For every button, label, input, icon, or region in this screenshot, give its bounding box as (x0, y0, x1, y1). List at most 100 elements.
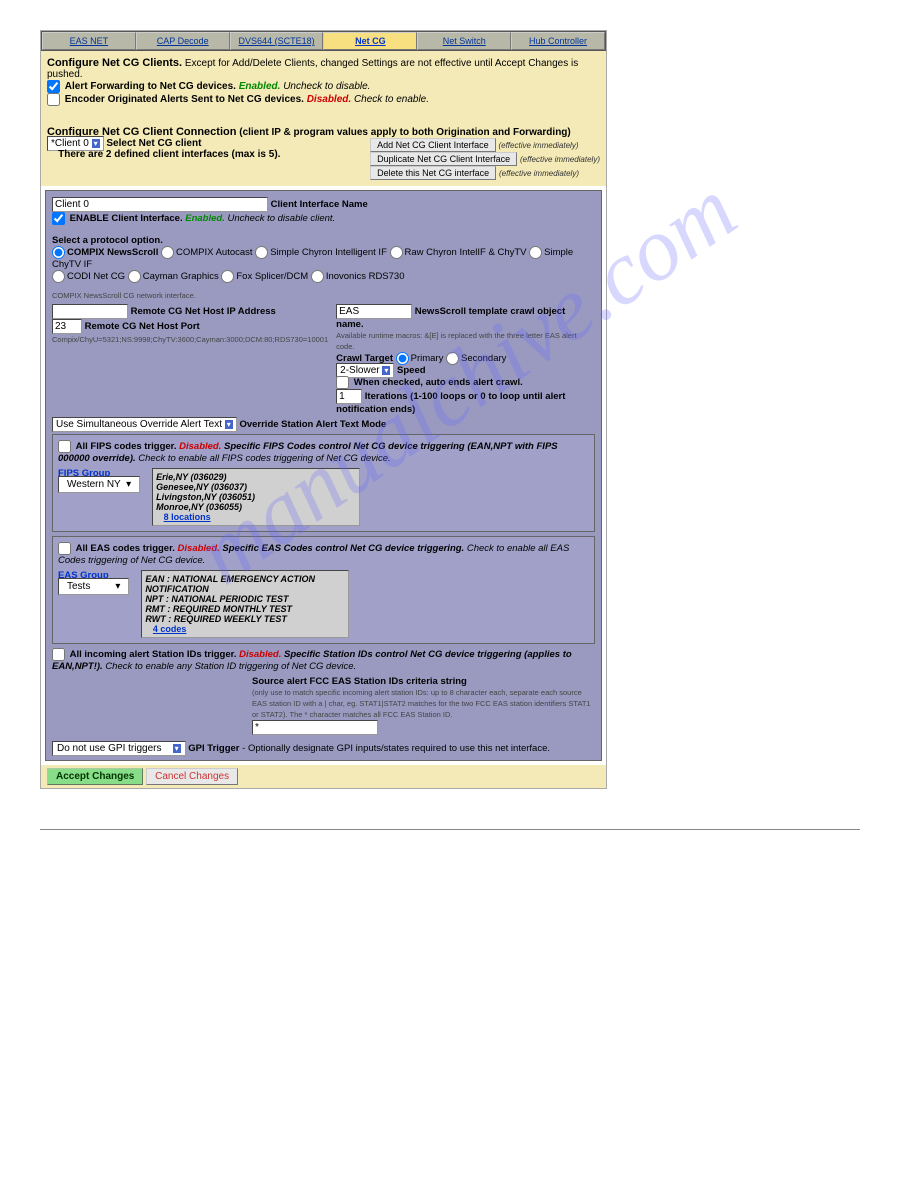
chevron-down-icon: ▾ (92, 139, 100, 148)
encoder-alerts-checkbox[interactable] (47, 93, 60, 106)
proto-cayman-radio[interactable] (128, 270, 141, 283)
eff-note-1: (effective immediately) (498, 141, 578, 150)
primary-radio[interactable] (396, 352, 409, 365)
proto-simple-chyron-radio[interactable] (255, 246, 268, 259)
tab-cap-decode[interactable]: CAP Decode (136, 32, 230, 50)
list-item: RMT : REQUIRED MONTHLY TEST (145, 604, 292, 614)
enable-hint: Uncheck to disable client. (227, 213, 335, 224)
proto-raw-chyron: Raw Chyron IntelIF & ChyTV (405, 247, 527, 258)
proto-compix-newsscroll: COMPIX NewsScroll (67, 247, 158, 258)
host-ip-input[interactable] (52, 304, 128, 319)
eas-line: All EAS codes trigger. (76, 543, 175, 554)
iterations-input[interactable] (336, 389, 362, 404)
duplicate-client-button[interactable]: Duplicate Net CG Client Interface (370, 152, 517, 166)
tab-bar: EAS NET CAP Decode DVS644 (SCTE18) Net C… (41, 31, 606, 51)
proto-simple-chytv-radio[interactable] (529, 246, 542, 259)
host-ip-label: Remote CG Net Host IP Address (131, 306, 276, 317)
list-item: NPT : NATIONAL PERIODIC TEST (145, 594, 288, 604)
footer-panel: Accept Changes Cancel Changes (41, 765, 606, 788)
eas-box: All EAS codes trigger. Disabled. Specifi… (52, 536, 595, 644)
station-state: Disabled. (239, 649, 281, 660)
enc-label: Encoder Originated Alerts Sent to Net CG… (65, 94, 304, 105)
client-select-label: Select Net CG client (106, 138, 201, 149)
proto-raw-chyron-radio[interactable] (390, 246, 403, 259)
host-port-input[interactable] (52, 319, 82, 334)
list-item: RWT : REQUIRED WEEKLY TEST (145, 614, 287, 624)
host-port-label: Remote CG Net Host Port (85, 321, 200, 332)
page-divider (40, 829, 860, 830)
tab-net-cg[interactable]: Net CG (323, 32, 417, 50)
proto-compix-newsscroll-radio[interactable] (52, 246, 65, 259)
source-label: Source alert FCC EAS Station IDs criteri… (252, 676, 467, 687)
gpi-select[interactable]: Do not use GPI triggers ▾ (52, 741, 186, 756)
accept-changes-button[interactable]: Accept Changes (47, 768, 143, 785)
object-note: Available runtime macros: &[E] is replac… (336, 331, 576, 351)
interface-name-label: Client Interface Name (271, 199, 368, 210)
enc-state: Disabled. (307, 94, 351, 105)
delete-client-button[interactable]: Delete this Net CG interface (370, 166, 496, 180)
station-line: All incoming alert Station IDs trigger. (70, 649, 237, 660)
proto-inovonics-radio[interactable] (311, 270, 324, 283)
client-interface-panel: Client Interface Name ENABLE Client Inte… (45, 190, 602, 761)
secondary-radio[interactable] (446, 352, 459, 365)
list-item: Monroe,NY (036055) (156, 502, 242, 512)
fips-line: All FIPS codes trigger. (76, 441, 177, 452)
gpi-hint: - Optionally designate GPI inputs/states… (242, 743, 550, 754)
object-name-input[interactable] (336, 304, 412, 319)
fips-box: All FIPS codes trigger. Disabled. Specif… (52, 434, 595, 532)
list-item: Erie,NY (036029) (156, 472, 226, 482)
secondary-label: Secondary (461, 353, 506, 364)
tab-hub-controller[interactable]: Hub Controller (511, 32, 605, 50)
override-select[interactable]: Use Simultaneous Override Alert Text ▾ (52, 417, 237, 432)
eas-state: Disabled. (178, 543, 220, 554)
eas-count-link[interactable]: 4 codes (153, 624, 187, 634)
tab-dvs644[interactable]: DVS644 (SCTE18) (230, 32, 324, 50)
enc-hint: Check to enable. (354, 94, 429, 105)
override-label: Override Station Alert Text Mode (239, 419, 386, 430)
eas-group-select[interactable]: Tests ▾ (58, 578, 129, 595)
list-item: EAN : NATIONAL EMERGENCY ACTION NOTIFICA… (145, 574, 315, 594)
station-all-checkbox[interactable] (52, 648, 65, 661)
proto-fox-radio[interactable] (221, 270, 234, 283)
tab-net-switch[interactable]: Net Switch (417, 32, 511, 50)
app-window: EAS NET CAP Decode DVS644 (SCTE18) Net C… (40, 30, 607, 789)
proto-compix-autocast: COMPIX Autocast (176, 247, 253, 258)
source-input[interactable] (252, 720, 378, 735)
proto-heading: Select a protocol option. (52, 235, 163, 246)
list-item: Genesee,NY (036037) (156, 482, 247, 492)
interface-name-input[interactable] (52, 197, 268, 212)
iterations-label: Iterations (1-100 loops or 0 to loop unt… (336, 391, 565, 415)
add-client-button[interactable]: Add Net CG Client Interface (370, 138, 496, 152)
proto-codi-radio[interactable] (52, 270, 65, 283)
section-title: Configure Net CG Clients. (47, 57, 182, 69)
alert-forwarding-checkbox[interactable] (47, 80, 60, 93)
port-note: Compix/ChyU=5321;NS:9998;ChyTV:3600;Caym… (52, 335, 328, 344)
chevron-down-icon: ▾ (382, 366, 390, 375)
configure-clients-panel: Configure Net CG Clients. Except for Add… (41, 51, 606, 112)
tab-eas-net[interactable]: EAS NET (42, 32, 136, 50)
fwd-state: Enabled. (239, 81, 281, 92)
conn-subtitle: (client IP & program values apply to bot… (239, 127, 571, 138)
fips-hint: Check to enable all FIPS codes triggerin… (138, 453, 390, 464)
enable-label: ENABLE Client Interface. (70, 213, 183, 224)
fips-state: Disabled. (179, 441, 221, 452)
fips-list: Erie,NY (036029) Genesee,NY (036037) Liv… (152, 468, 360, 526)
proto-codi: CODI Net CG (67, 271, 125, 282)
list-item: Livingston,NY (036051) (156, 492, 255, 502)
proto-compix-autocast-radio[interactable] (161, 246, 174, 259)
fips-count-link[interactable]: 8 locations (164, 512, 211, 522)
fips-all-checkbox[interactable] (58, 440, 71, 453)
fips-group-select[interactable]: Western NY ▾ (58, 476, 140, 493)
cancel-changes-button[interactable]: Cancel Changes (146, 768, 238, 785)
enable-interface-checkbox[interactable] (52, 212, 65, 225)
chevron-down-icon: ▾ (173, 744, 181, 753)
proto-cayman: Cayman Graphics (143, 271, 219, 282)
station-hint: Check to enable any Station ID triggerin… (105, 661, 356, 672)
primary-label: Primary (411, 353, 444, 364)
fwd-label: Alert Forwarding to Net CG devices. (65, 81, 236, 92)
eas-list: EAN : NATIONAL EMERGENCY ACTION NOTIFICA… (141, 570, 349, 638)
speed-label: Speed (397, 365, 426, 376)
eff-note-3: (effective immediately) (499, 169, 579, 178)
autoend-checkbox[interactable] (336, 376, 349, 389)
eas-all-checkbox[interactable] (58, 542, 71, 555)
